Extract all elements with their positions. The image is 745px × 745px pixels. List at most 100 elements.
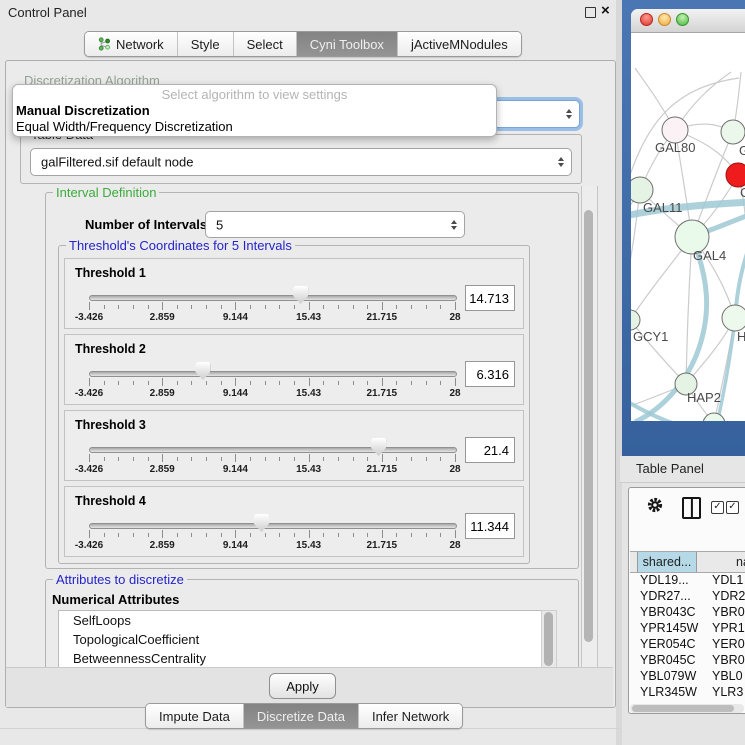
node-gcy1[interactable]: [631, 310, 640, 330]
table-row[interactable]: YER054CYER0: [630, 636, 745, 652]
attributes-scrollbar[interactable]: [541, 610, 557, 670]
tab-network[interactable]: Network: [85, 32, 177, 56]
node-label-hap2: HAP2: [687, 390, 721, 405]
checkbox-icon[interactable]: ✓: [726, 501, 739, 514]
node-label-gal11: GAL11: [643, 200, 683, 215]
node-top-right[interactable]: [721, 120, 745, 144]
apply-button[interactable]: Apply: [269, 673, 336, 699]
tab-label: Discretize Data: [257, 709, 345, 724]
control-panel-tabs: Network Style Select Cyni Toolbox jActiveMNo…: [84, 31, 522, 57]
attribute-item[interactable]: TopologicalCoefficient: [59, 630, 541, 649]
tab-impute-data[interactable]: Impute Data: [146, 704, 243, 728]
thresholds-group: Threshold's Coordinates for 5 Intervals …: [58, 245, 530, 564]
threshold-box: Threshold 2 -3.4262.8599.14415.4321.7152…: [64, 334, 524, 405]
column-header-name[interactable]: na: [698, 552, 745, 572]
checkbox-icon[interactable]: ✓: [711, 501, 724, 514]
tab-select[interactable]: Select: [233, 32, 296, 56]
slider-ticks: [89, 302, 455, 311]
threshold-slider[interactable]: -3.4262.8599.14415.4321.71528: [89, 259, 455, 328]
table-panel-title: Table Panel: [636, 461, 704, 476]
tab-jactivemnodules[interactable]: jActiveMNodules: [397, 32, 521, 56]
tab-label: Infer Network: [372, 709, 449, 724]
tab-label: Network: [116, 37, 164, 52]
table-row[interactable]: YDR27...YDR2: [630, 588, 745, 604]
table-row[interactable]: YPR145WYPR1: [630, 620, 745, 636]
threshold-box: Threshold 4 -3.4262.8599.14415.4321.7152…: [64, 486, 524, 557]
close-icon[interactable]: ×: [601, 2, 610, 19]
combo-stepper-icon: [566, 109, 572, 119]
tab-infer-network[interactable]: Infer Network: [358, 704, 462, 728]
table-row[interactable]: YIL052CYIL0: [630, 700, 745, 703]
attribute-item[interactable]: SelfLoops: [59, 611, 541, 630]
threshold-value-field[interactable]: 21.4: [465, 437, 515, 463]
threshold-value-field[interactable]: 11.344: [465, 513, 515, 539]
table-data-combo[interactable]: galFiltered.sif default node: [30, 148, 572, 176]
split-panel-icon[interactable]: [682, 497, 701, 519]
tab-label: Impute Data: [159, 709, 230, 724]
slider-track[interactable]: [89, 523, 457, 529]
algorithm-dropdown: Select algorithm to view settings Manual…: [12, 84, 497, 137]
node-label-gal80: GAL80: [655, 140, 695, 155]
node-label-gal4: GAL4: [693, 248, 726, 263]
zoom-traffic-light-icon[interactable]: [676, 13, 689, 26]
dropdown-hint: Select algorithm to view settings: [13, 87, 496, 102]
thresholds-group-title: Threshold's Coordinates for 5 Intervals: [66, 238, 295, 253]
table-data-combo-value: galFiltered.sif default node: [41, 155, 193, 170]
column-header-shared[interactable]: shared...: [637, 552, 697, 572]
dropdown-option-manual[interactable]: Manual Discretization: [13, 102, 496, 118]
slider-scale-labels: -3.4262.8599.14415.4321.71528: [89, 312, 455, 324]
threshold-list: Threshold 1 -3.4262.8599.14415.4321.7152…: [59, 258, 529, 562]
table-rows: YDL19...YDL1YDR27...YDR2YBR043CYBR0YPR14…: [630, 572, 745, 703]
slider-track[interactable]: [89, 371, 457, 377]
table-hscrollbar[interactable]: [630, 704, 744, 713]
gear-icon[interactable]: [646, 496, 664, 514]
float-window-icon[interactable]: [585, 7, 596, 18]
threshold-slider[interactable]: -3.4262.8599.14415.4321.71528: [89, 411, 455, 480]
slider-scale-labels: -3.4262.8599.14415.4321.71528: [89, 464, 455, 476]
network-canvas[interactable]: GAL80 GA GAL11 C GAL4 GCY1 H HAP2: [631, 32, 745, 421]
table-row[interactable]: YDL19...YDL1: [630, 572, 745, 588]
panel-scrollbar[interactable]: [581, 186, 598, 668]
app-window: Control Panel × Network Style Select Cyni T…: [0, 0, 745, 745]
network-icon: [98, 37, 111, 51]
numerical-attributes-list: SelfLoopsTopologicalCoefficientBetweenne…: [58, 610, 542, 670]
slider-ticks: [89, 454, 455, 463]
slider-track[interactable]: [89, 447, 457, 453]
table-row[interactable]: YBR045CYBR0: [630, 652, 745, 668]
node-label-gcy1: GCY1: [633, 329, 668, 344]
threshold-value-field[interactable]: 6.316: [465, 361, 515, 387]
threshold-slider[interactable]: -3.4262.8599.14415.4321.71528: [89, 335, 455, 404]
tab-label: Select: [247, 37, 283, 52]
interval-definition-title: Interval Definition: [53, 185, 159, 200]
table-row[interactable]: YLR345WYLR3: [630, 684, 745, 700]
minimize-traffic-light-icon[interactable]: [658, 13, 671, 26]
slider-track[interactable]: [89, 295, 457, 301]
tab-discretize-data[interactable]: Discretize Data: [243, 704, 358, 728]
node-h[interactable]: [722, 305, 745, 331]
attribute-item[interactable]: BetweennessCentrality: [59, 649, 541, 668]
bottom-tabs: Impute Data Discretize Data Infer Network: [145, 703, 463, 729]
threshold-value-field[interactable]: 14.713: [465, 285, 515, 311]
slider-ticks: [89, 530, 455, 539]
node-label-partial: C: [740, 185, 745, 200]
table-header-row: shared... na: [630, 551, 745, 573]
tab-label: jActiveMNodules: [411, 37, 508, 52]
tab-label: Style: [191, 37, 220, 52]
number-of-intervals-value: 5: [216, 217, 223, 232]
table-row[interactable]: YBL079WYBL0: [630, 668, 745, 684]
node-label-h: H: [737, 329, 745, 344]
slider-scale-labels: -3.4262.8599.14415.4321.71528: [89, 388, 455, 400]
tab-label: Cyni Toolbox: [310, 37, 384, 52]
attributes-group-title: Attributes to discretize: [53, 572, 187, 587]
dropdown-option-equal-width[interactable]: Equal Width/Frequency Discretization: [13, 118, 496, 134]
close-traffic-light-icon[interactable]: [640, 13, 653, 26]
control-panel-title: Control Panel: [8, 5, 87, 20]
threshold-box: Threshold 3 -3.4262.8599.14415.4321.7152…: [64, 410, 524, 481]
node-label-partial: GA: [739, 143, 745, 158]
table-row[interactable]: YBR043CYBR0: [630, 604, 745, 620]
node-red-selected[interactable]: [726, 163, 745, 187]
threshold-slider[interactable]: -3.4262.8599.14415.4321.71528: [89, 487, 455, 556]
tab-style[interactable]: Style: [177, 32, 233, 56]
number-of-intervals-combo[interactable]: 5: [205, 211, 465, 238]
tab-cyni-toolbox[interactable]: Cyni Toolbox: [296, 32, 397, 56]
